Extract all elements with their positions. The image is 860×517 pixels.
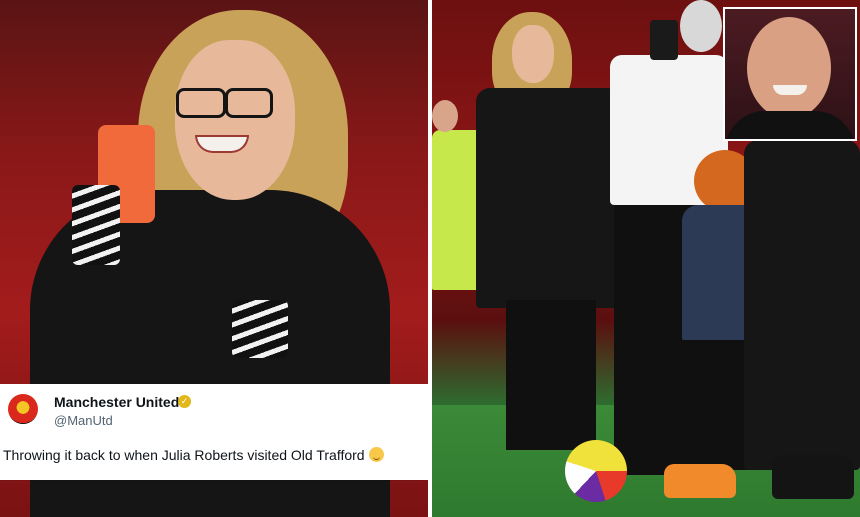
inset-dark-jacket [725,111,855,139]
camera [650,20,678,60]
tweet-card[interactable]: Manchester United ✓ @ManUtd Throwing it … [0,384,428,480]
inset-bald-head [747,17,831,119]
tweet-text: Throwing it back to when Julia Roberts v… [3,447,384,463]
glasses [176,88,226,118]
boy-boot [664,464,736,498]
relieved-face-icon [368,447,384,462]
steward-head [432,100,458,132]
man-right-shoes [772,455,854,499]
woman-face [512,25,554,83]
woman-trousers [506,300,596,450]
inset-photo-smiling-man [723,7,857,141]
football [565,440,627,502]
tweet-body: Throwing it back to when Julia Roberts v… [3,447,365,463]
man-right-dark-coat [744,140,860,470]
woman-black-coat [476,88,621,308]
verified-badge-icon: ✓ [178,395,191,408]
manchester-united-crest-icon[interactable] [8,394,38,424]
glasses [225,88,273,118]
cameraman-head [680,0,722,52]
inset-smile [773,85,807,95]
striped-glove-right [232,300,288,358]
face [175,40,295,200]
striped-glove-left [72,185,120,265]
tweet-handle[interactable]: @ManUtd [54,413,113,428]
tweet-display-name[interactable]: Manchester United [54,394,179,410]
